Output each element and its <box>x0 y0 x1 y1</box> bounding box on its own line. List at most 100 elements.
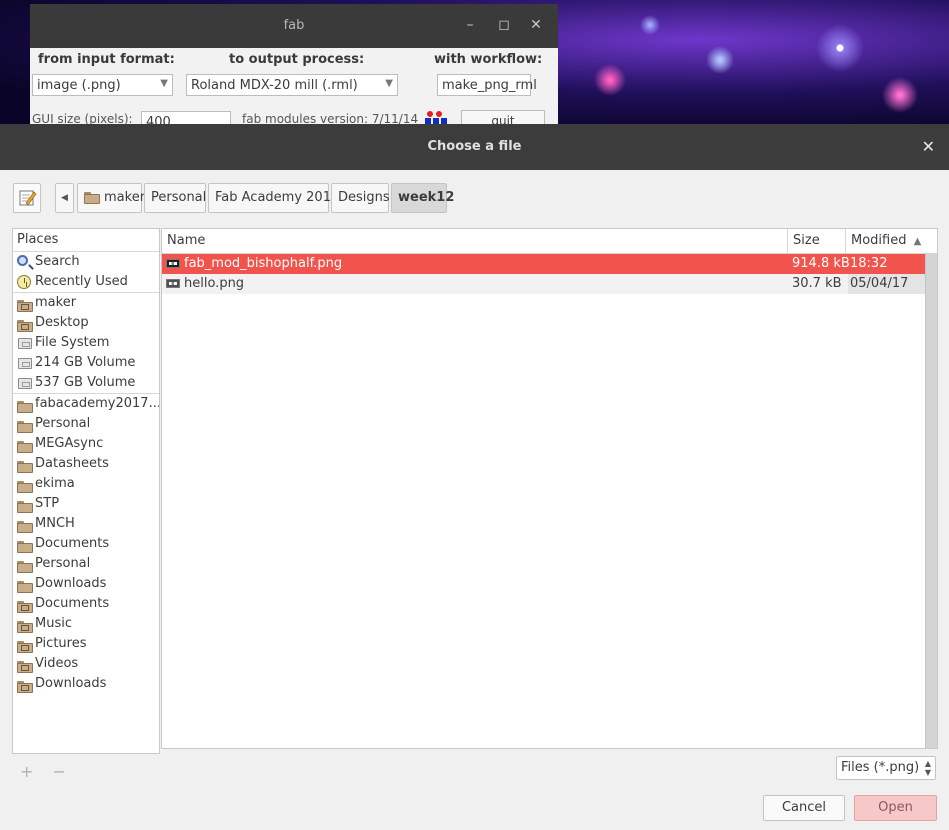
folder-icon <box>17 417 33 433</box>
column-header-size[interactable]: Size <box>787 229 844 253</box>
path-segment-label: Designs <box>338 190 390 205</box>
desktop-folder-icon <box>17 316 33 332</box>
close-icon[interactable]: ✕ <box>528 17 544 33</box>
open-button[interactable]: Open <box>854 795 937 821</box>
close-icon[interactable]: ✕ <box>922 137 935 156</box>
place-label: Downloads <box>35 676 107 691</box>
place-item-videos[interactable]: Videos <box>13 654 159 674</box>
minimize-icon[interactable]: – <box>462 17 478 33</box>
place-item-desktop[interactable]: Desktop <box>13 313 159 333</box>
place-label: 214 GB Volume <box>35 355 136 370</box>
png-file-icon <box>166 259 180 268</box>
version-label: fab modules version: 7/11/14 <box>242 112 419 124</box>
videos-folder-icon <box>17 657 33 673</box>
workflow-value: make_png_rml <box>442 78 537 93</box>
place-label: File System <box>35 335 110 350</box>
file-name: hello.png <box>184 276 245 291</box>
path-segment-personal[interactable]: Personal <box>144 183 206 213</box>
place-item-fabacademy2017[interactable]: fabacademy2017... <box>13 394 159 414</box>
place-item-documents-2[interactable]: Documents <box>13 594 159 614</box>
places-sidebar: Places Search Recently Used maker Deskto… <box>12 228 160 754</box>
place-label: ekima <box>35 476 75 491</box>
folder-icon <box>17 397 33 413</box>
place-item-maker[interactable]: maker <box>13 293 159 313</box>
home-folder-icon <box>84 191 100 204</box>
maximize-icon[interactable]: ◻ <box>496 17 512 33</box>
place-item-search[interactable]: Search <box>13 252 159 272</box>
places-add-remove: + − <box>20 762 66 781</box>
documents-folder-icon <box>17 597 33 613</box>
drive-icon <box>17 376 33 390</box>
file-list-scrollbar[interactable] <box>925 253 937 748</box>
place-item-downloads-2[interactable]: Downloads <box>13 674 159 694</box>
path-back-button[interactable]: ◀ <box>55 183 74 213</box>
downloads-folder-icon <box>17 677 33 693</box>
file-row[interactable]: fab_mod_bishophalf.png 914.8 kB 18:32 <box>162 254 925 274</box>
type-filename-button[interactable] <box>13 183 41 213</box>
output-process-select[interactable]: Roland MDX-20 mill (.rml) ▼ <box>186 74 398 96</box>
path-segment-home[interactable]: maker <box>77 183 146 213</box>
file-modified: 18:32 <box>850 256 888 271</box>
gui-size-label: GUI size (pixels): <box>32 112 133 124</box>
place-item-music[interactable]: Music <box>13 614 159 634</box>
file-list: Name Size Modified ▲ fab_mod_bishophalf.… <box>161 228 938 749</box>
cancel-button[interactable]: Cancel <box>763 795 845 821</box>
file-name: fab_mod_bishophalf.png <box>184 256 343 271</box>
place-item-downloads[interactable]: Downloads <box>13 574 159 594</box>
fab-logo-icon <box>425 111 447 124</box>
place-item-ekima[interactable]: ekima <box>13 474 159 494</box>
path-segment-fab-academy[interactable]: Fab Academy 2017 <box>208 183 339 213</box>
place-label: Documents <box>35 596 110 611</box>
place-item-214gb-volume[interactable]: 214 GB Volume <box>13 353 159 373</box>
place-label: Search <box>35 254 80 269</box>
quit-button[interactable]: quit <box>461 110 545 124</box>
file-type-filter[interactable]: Files (*.png) ▲ ▼ <box>836 756 936 780</box>
dialog-titlebar: Choose a file ✕ <box>0 124 949 170</box>
path-segment-label: Personal <box>151 190 207 205</box>
place-item-pictures[interactable]: Pictures <box>13 634 159 654</box>
place-label: Personal <box>35 556 91 571</box>
music-folder-icon <box>17 617 33 633</box>
workflow-button[interactable]: make_png_rml <box>437 74 537 96</box>
remove-bookmark-button[interactable]: − <box>53 762 66 781</box>
folder-icon <box>17 437 33 453</box>
add-bookmark-button[interactable]: + <box>20 762 33 781</box>
gui-size-input[interactable]: 400 <box>141 111 231 124</box>
places-header: Places <box>13 229 159 252</box>
output-process-label: to output process: <box>229 52 365 67</box>
pictures-folder-icon <box>17 637 33 653</box>
workflow-label: with workflow: <box>434 52 543 67</box>
path-segment-week12[interactable]: week12 <box>391 183 454 213</box>
place-label: maker <box>35 295 77 310</box>
place-item-recently-used[interactable]: Recently Used <box>13 272 159 293</box>
place-item-personal[interactable]: Personal <box>13 414 159 434</box>
chevron-left-icon: ◀ <box>61 193 68 203</box>
output-process-value: Roland MDX-20 mill (.rml) <box>191 78 358 93</box>
dropdown-arrow-icon: ▼ <box>385 78 393 89</box>
path-segment-label: week12 <box>398 190 455 205</box>
place-item-file-system[interactable]: File System <box>13 333 159 353</box>
path-segment-label: maker <box>104 190 146 205</box>
place-item-personal-2[interactable]: Personal <box>13 554 159 574</box>
place-item-documents[interactable]: Documents <box>13 534 159 554</box>
chevron-updown-icon: ▲ ▼ <box>924 759 931 777</box>
dialog-title: Choose a file <box>427 139 522 154</box>
file-list-header: Name Size Modified ▲ <box>162 229 937 254</box>
input-format-select[interactable]: image (.png) ▼ <box>32 74 173 96</box>
folder-icon <box>17 517 33 533</box>
place-item-datasheets[interactable]: Datasheets <box>13 454 159 474</box>
sort-ascending-icon: ▲ <box>913 236 922 247</box>
path-segment-designs[interactable]: Designs <box>331 183 390 213</box>
dropdown-arrow-icon: ▼ <box>160 78 168 89</box>
folder-icon <box>17 537 33 553</box>
file-row[interactable]: hello.png 30.7 kB 05/04/17 <box>162 274 925 294</box>
column-header-modified[interactable]: Modified ▲ <box>845 229 925 253</box>
place-item-mnch[interactable]: MNCH <box>13 514 159 534</box>
place-item-megasync[interactable]: MEGAsync <box>13 434 159 454</box>
place-item-537gb-volume[interactable]: 537 GB Volume <box>13 373 159 394</box>
fab-window: fab – ◻ ✕ from input format: to output p… <box>30 4 558 124</box>
column-header-name[interactable]: Name <box>162 229 786 253</box>
place-label: Datasheets <box>35 456 109 471</box>
place-label: Desktop <box>35 315 89 330</box>
place-item-stp[interactable]: STP <box>13 494 159 514</box>
